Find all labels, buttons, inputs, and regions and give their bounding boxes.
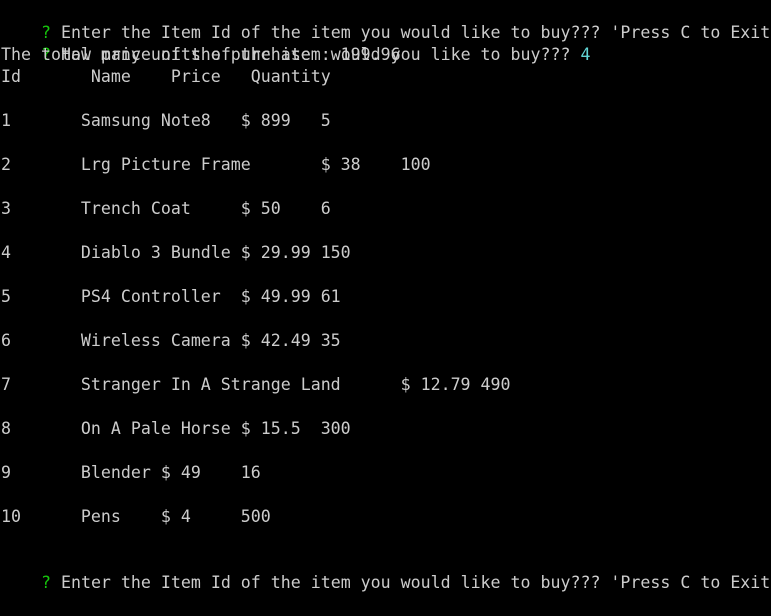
table-row: 8 On A Pale Horse $ 15.5 300 xyxy=(1,419,351,438)
table-row: 6 Wireless Camera $ 42.49 35 xyxy=(1,331,341,350)
prompt-item-id-line-active[interactable]: ? Enter the Item Id of the item you woul… xyxy=(1,550,771,592)
total-price-line: The total price of the purchase : 199.96 xyxy=(1,45,401,64)
table-row: 3 Trench Coat $ 50 6 xyxy=(1,199,331,218)
prompt-quantity-line: ? How many units of the item would you l… xyxy=(1,22,591,64)
prompt-question: Enter the Item Id of the item you would … xyxy=(60,573,771,592)
table-row: 7 Stranger In A Strange Land $ 12.79 490 xyxy=(1,375,511,394)
table-row: 2 Lrg Picture Frame $ 38 100 xyxy=(1,155,431,174)
table-row: 4 Diablo 3 Bundle $ 29.99 150 xyxy=(1,243,351,262)
table-row: 5 PS4 Controller $ 49.99 61 xyxy=(1,287,341,306)
terminal-window[interactable]: ? Enter the Item Id of the item you woul… xyxy=(0,0,771,592)
table-row: 9 Blender $ 49 16 xyxy=(1,463,261,482)
table-row: 1 Samsung Note8 $ 899 5 xyxy=(1,111,331,130)
prompt-item-id-line: ? Enter the Item Id of the item you woul… xyxy=(1,0,771,42)
prompt-answer: 4 xyxy=(580,45,591,64)
table-row: 10 Pens $ 4 500 xyxy=(1,507,271,526)
table-header: Id Name Price Quantity xyxy=(1,67,331,86)
prompt-marker: ? xyxy=(40,573,51,592)
